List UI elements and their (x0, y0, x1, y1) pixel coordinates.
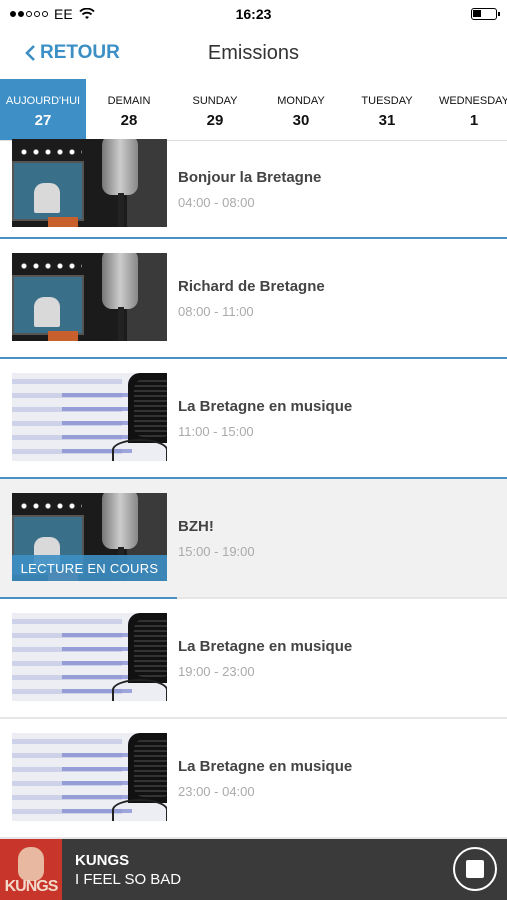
battery-icon (471, 8, 500, 20)
show-thumbnail (12, 373, 167, 461)
mini-player[interactable]: KUNGS KUNGS I FEEL SO BAD (0, 839, 507, 900)
show-item[interactable]: La Bretagne en musique 19:00 - 23:00 (0, 599, 507, 719)
show-item[interactable]: La Bretagne en musique 11:00 - 15:00 (0, 359, 507, 479)
show-info: La Bretagne en musique 19:00 - 23:00 (178, 638, 352, 679)
navigation-bar: RETOUR Emissions (0, 28, 507, 78)
album-art-text: KUNGS (4, 878, 59, 895)
show-info: BZH! 15:00 - 19:00 (178, 518, 255, 559)
show-title: La Bretagne en musique (178, 397, 353, 415)
show-item[interactable]: Bonjour la Bretagne 04:00 - 08:00 (0, 139, 507, 239)
day-tab-monday[interactable]: MONDAY 30 (258, 79, 344, 140)
player-artist: KUNGS (75, 851, 130, 869)
show-list: Bonjour la Bretagne 04:00 - 08:00 Richar… (0, 139, 507, 839)
stop-icon (466, 860, 484, 878)
show-info: Bonjour la Bretagne 04:00 - 08:00 (178, 169, 321, 210)
show-thumbnail: LECTURE EN COURS (12, 493, 167, 581)
day-tab-today[interactable]: AUJOURD'HUI 27 (0, 79, 86, 140)
day-tab-number: 30 (292, 112, 310, 129)
show-time: 15:00 - 19:00 (178, 543, 255, 559)
now-playing-badge: LECTURE EN COURS (12, 555, 167, 581)
album-art: KUNGS (0, 839, 62, 900)
show-info: Richard de Bretagne 08:00 - 11:00 (178, 278, 325, 319)
day-tab-name: SUNDAY (192, 95, 238, 107)
show-time: 19:00 - 23:00 (178, 663, 255, 679)
show-title: Bonjour la Bretagne (178, 168, 322, 186)
show-time: 23:00 - 04:00 (178, 783, 255, 799)
show-time: 08:00 - 11:00 (178, 303, 254, 319)
show-title: La Bretagne en musique (178, 757, 353, 775)
show-title: La Bretagne en musique (178, 637, 353, 655)
chevron-left-icon (25, 45, 35, 61)
carrier-label: EE (54, 6, 73, 22)
show-title: BZH! (178, 517, 214, 535)
day-tab-name: TUESDAY (361, 95, 413, 107)
show-item[interactable]: Richard de Bretagne 08:00 - 11:00 (0, 239, 507, 359)
show-time: 04:00 - 08:00 (178, 194, 255, 210)
day-tab-name: MONDAY (277, 95, 325, 107)
status-left: EE (10, 6, 95, 22)
day-tab-number: 29 (206, 112, 224, 129)
show-time: 11:00 - 15:00 (178, 423, 254, 439)
day-tabs: AUJOURD'HUI 27 DEMAIN 28 SUNDAY 29 MONDA… (0, 79, 507, 141)
day-tab-number: 31 (378, 112, 396, 129)
day-tab-number: 28 (120, 112, 138, 129)
player-track: I FEEL SO BAD (75, 870, 182, 888)
day-tab-number: 1 (469, 112, 479, 129)
show-thumbnail (12, 139, 167, 227)
signal-strength-icon (10, 11, 48, 17)
show-thumbnail (12, 733, 167, 821)
day-tab-wednesday[interactable]: WEDNESDAY 1 (430, 79, 507, 140)
status-bar: EE 16:23 (0, 0, 507, 28)
day-tab-name: DEMAIN (107, 95, 151, 107)
show-thumbnail (12, 613, 167, 701)
show-info: La Bretagne en musique 23:00 - 04:00 (178, 758, 352, 799)
show-info: La Bretagne en musique 11:00 - 15:00 (178, 398, 352, 439)
wifi-icon (79, 8, 95, 19)
day-tab-name: WEDNESDAY (438, 95, 507, 107)
back-button[interactable]: RETOUR (24, 42, 120, 64)
stop-button[interactable] (453, 847, 497, 891)
show-title: Richard de Bretagne (178, 277, 325, 295)
show-item[interactable]: La Bretagne en musique 23:00 - 04:00 (0, 719, 507, 839)
show-item-now-playing[interactable]: LECTURE EN COURS BZH! 15:00 - 19:00 (0, 479, 507, 599)
now-playing-info: KUNGS I FEEL SO BAD (75, 852, 181, 888)
day-tab-tomorrow[interactable]: DEMAIN 28 (86, 79, 172, 140)
back-label: RETOUR (40, 42, 120, 63)
day-tab-tuesday[interactable]: TUESDAY 31 (344, 79, 430, 140)
day-tab-number: 27 (34, 112, 52, 129)
day-tab-sunday[interactable]: SUNDAY 29 (172, 79, 258, 140)
show-thumbnail (12, 253, 167, 341)
day-tab-name: AUJOURD'HUI (5, 95, 81, 107)
